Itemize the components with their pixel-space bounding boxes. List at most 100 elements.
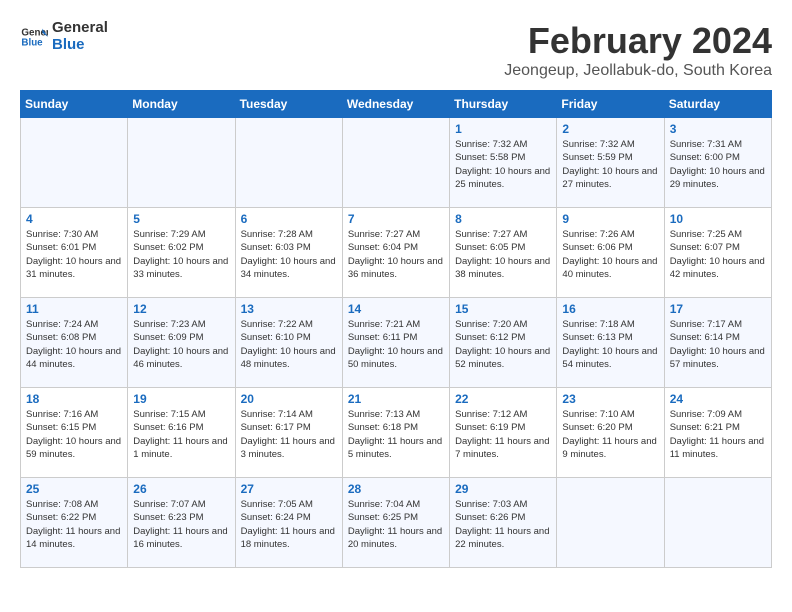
calendar-cell: 1 Sunrise: 7:32 AMSunset: 5:58 PMDaylight… [450, 118, 557, 208]
day-number: 19 [133, 392, 229, 406]
weekday-header-wednesday: Wednesday [342, 91, 449, 118]
day-info: Sunrise: 7:04 AMSunset: 6:25 PMDaylight:… [348, 498, 444, 551]
day-number: 23 [562, 392, 658, 406]
calendar-cell: 9 Sunrise: 7:26 AMSunset: 6:06 PMDaylight… [557, 208, 664, 298]
day-number: 22 [455, 392, 551, 406]
calendar-week-row: 4 Sunrise: 7:30 AMSunset: 6:01 PMDaylight… [21, 208, 772, 298]
day-number: 1 [455, 122, 551, 136]
day-info: Sunrise: 7:08 AMSunset: 6:22 PMDaylight:… [26, 498, 122, 551]
day-number: 4 [26, 212, 122, 226]
day-number: 8 [455, 212, 551, 226]
weekday-header-monday: Monday [128, 91, 235, 118]
calendar-cell: 28 Sunrise: 7:04 AMSunset: 6:25 PMDayligh… [342, 478, 449, 568]
day-info: Sunrise: 7:17 AMSunset: 6:14 PMDaylight:… [670, 318, 766, 371]
weekday-header-friday: Friday [557, 91, 664, 118]
calendar-cell: 14 Sunrise: 7:21 AMSunset: 6:11 PMDayligh… [342, 298, 449, 388]
calendar-week-row: 25 Sunrise: 7:08 AMSunset: 6:22 PMDayligh… [21, 478, 772, 568]
day-number: 14 [348, 302, 444, 316]
calendar-cell: 23 Sunrise: 7:10 AMSunset: 6:20 PMDayligh… [557, 388, 664, 478]
calendar-cell: 12 Sunrise: 7:23 AMSunset: 6:09 PMDayligh… [128, 298, 235, 388]
day-info: Sunrise: 7:12 AMSunset: 6:19 PMDaylight:… [455, 408, 551, 461]
day-info: Sunrise: 7:32 AMSunset: 5:59 PMDaylight:… [562, 138, 658, 191]
day-info: Sunrise: 7:27 AMSunset: 6:04 PMDaylight:… [348, 228, 444, 281]
calendar-cell [21, 118, 128, 208]
day-number: 13 [241, 302, 337, 316]
day-info: Sunrise: 7:24 AMSunset: 6:08 PMDaylight:… [26, 318, 122, 371]
day-number: 17 [670, 302, 766, 316]
calendar-cell: 18 Sunrise: 7:16 AMSunset: 6:15 PMDayligh… [21, 388, 128, 478]
calendar-cell: 15 Sunrise: 7:20 AMSunset: 6:12 PMDayligh… [450, 298, 557, 388]
calendar-cell: 3 Sunrise: 7:31 AMSunset: 6:00 PMDaylight… [664, 118, 771, 208]
day-info: Sunrise: 7:18 AMSunset: 6:13 PMDaylight:… [562, 318, 658, 371]
day-info: Sunrise: 7:22 AMSunset: 6:10 PMDaylight:… [241, 318, 337, 371]
calendar-cell: 21 Sunrise: 7:13 AMSunset: 6:18 PMDayligh… [342, 388, 449, 478]
day-info: Sunrise: 7:30 AMSunset: 6:01 PMDaylight:… [26, 228, 122, 281]
calendar-cell: 2 Sunrise: 7:32 AMSunset: 5:59 PMDaylight… [557, 118, 664, 208]
calendar-cell: 10 Sunrise: 7:25 AMSunset: 6:07 PMDayligh… [664, 208, 771, 298]
logo-text-general: General [52, 20, 108, 37]
calendar-cell: 26 Sunrise: 7:07 AMSunset: 6:23 PMDayligh… [128, 478, 235, 568]
day-info: Sunrise: 7:31 AMSunset: 6:00 PMDaylight:… [670, 138, 766, 191]
weekday-header-saturday: Saturday [664, 91, 771, 118]
weekday-header-sunday: Sunday [21, 91, 128, 118]
day-number: 3 [670, 122, 766, 136]
day-number: 20 [241, 392, 337, 406]
calendar-cell: 11Sunrise: 7:24 AMSunset: 6:08 PMDayligh… [21, 298, 128, 388]
calendar-cell: 27Sunrise: 7:05 AMSunset: 6:24 PMDayligh… [235, 478, 342, 568]
calendar-cell: 7 Sunrise: 7:27 AMSunset: 6:04 PMDaylight… [342, 208, 449, 298]
day-number: 21 [348, 392, 444, 406]
day-info: Sunrise: 7:16 AMSunset: 6:15 PMDaylight:… [26, 408, 122, 461]
calendar-cell [557, 478, 664, 568]
calendar-cell: 4 Sunrise: 7:30 AMSunset: 6:01 PMDaylight… [21, 208, 128, 298]
day-info: Sunrise: 7:03 AMSunset: 6:26 PMDaylight:… [455, 498, 551, 551]
day-info: Sunrise: 7:05 AMSunset: 6:24 PMDaylight:… [241, 498, 337, 551]
calendar-cell: 17 Sunrise: 7:17 AMSunset: 6:14 PMDayligh… [664, 298, 771, 388]
calendar-cell: 16 Sunrise: 7:18 AMSunset: 6:13 PMDayligh… [557, 298, 664, 388]
calendar-body: 1 Sunrise: 7:32 AMSunset: 5:58 PMDaylight… [21, 118, 772, 568]
calendar-header-row: SundayMondayTuesdayWednesdayThursdayFrid… [21, 91, 772, 118]
calendar-week-row: 1 Sunrise: 7:32 AMSunset: 5:58 PMDaylight… [21, 118, 772, 208]
day-number: 25 [26, 482, 122, 496]
day-number: 10 [670, 212, 766, 226]
logo-icon: General Blue [20, 23, 48, 51]
month-title: February 2024 [504, 20, 772, 62]
logo: General Blue General Blue [20, 20, 108, 53]
calendar-week-row: 18 Sunrise: 7:16 AMSunset: 6:15 PMDayligh… [21, 388, 772, 478]
calendar-cell [342, 118, 449, 208]
day-number: 29 [455, 482, 551, 496]
calendar-cell [128, 118, 235, 208]
day-info: Sunrise: 7:25 AMSunset: 6:07 PMDaylight:… [670, 228, 766, 281]
header: General Blue General Blue February 2024 … [20, 20, 772, 80]
day-info: Sunrise: 7:10 AMSunset: 6:20 PMDaylight:… [562, 408, 658, 461]
day-number: 28 [348, 482, 444, 496]
day-number: 15 [455, 302, 551, 316]
calendar-cell: 19 Sunrise: 7:15 AMSunset: 6:16 PMDayligh… [128, 388, 235, 478]
day-info: Sunrise: 7:26 AMSunset: 6:06 PMDaylight:… [562, 228, 658, 281]
calendar-cell: 8Sunrise: 7:27 AMSunset: 6:05 PMDaylight… [450, 208, 557, 298]
day-number: 12 [133, 302, 229, 316]
calendar-cell: 24 Sunrise: 7:09 AMSunset: 6:21 PMDayligh… [664, 388, 771, 478]
calendar-table: SundayMondayTuesdayWednesdayThursdayFrid… [20, 90, 772, 568]
day-number: 7 [348, 212, 444, 226]
day-number: 24 [670, 392, 766, 406]
day-number: 9 [562, 212, 658, 226]
day-number: 16 [562, 302, 658, 316]
day-info: Sunrise: 7:07 AMSunset: 6:23 PMDaylight:… [133, 498, 229, 551]
weekday-header-tuesday: Tuesday [235, 91, 342, 118]
day-info: Sunrise: 7:20 AMSunset: 6:12 PMDaylight:… [455, 318, 551, 371]
day-info: Sunrise: 7:15 AMSunset: 6:16 PMDaylight:… [133, 408, 229, 461]
day-info: Sunrise: 7:29 AMSunset: 6:02 PMDaylight:… [133, 228, 229, 281]
day-info: Sunrise: 7:09 AMSunset: 6:21 PMDaylight:… [670, 408, 766, 461]
day-info: Sunrise: 7:13 AMSunset: 6:18 PMDaylight:… [348, 408, 444, 461]
calendar-week-row: 11Sunrise: 7:24 AMSunset: 6:08 PMDayligh… [21, 298, 772, 388]
day-info: Sunrise: 7:14 AMSunset: 6:17 PMDaylight:… [241, 408, 337, 461]
day-number: 18 [26, 392, 122, 406]
day-number: 5 [133, 212, 229, 226]
location-title: Jeongeup, Jeollabuk-do, South Korea [504, 62, 772, 80]
svg-text:Blue: Blue [21, 37, 43, 48]
day-info: Sunrise: 7:21 AMSunset: 6:11 PMDaylight:… [348, 318, 444, 371]
day-info: Sunrise: 7:32 AMSunset: 5:58 PMDaylight:… [455, 138, 551, 191]
day-number: 26 [133, 482, 229, 496]
day-number: 2 [562, 122, 658, 136]
day-info: Sunrise: 7:23 AMSunset: 6:09 PMDaylight:… [133, 318, 229, 371]
